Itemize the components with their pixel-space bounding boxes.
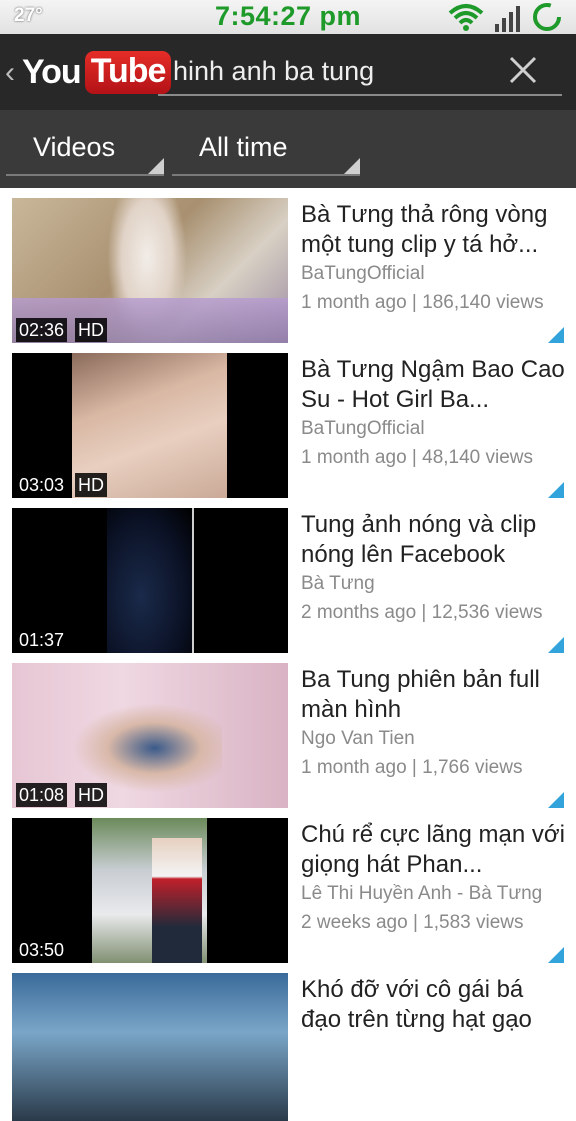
video-meta: 2 months ago | 12,536 views (301, 602, 543, 623)
video-thumbnail[interactable]: 01:08 HD (12, 663, 288, 811)
wifi-icon (448, 2, 484, 37)
video-row[interactable]: Khó đỡ với cô gái bá đạo trên từng hạt g… (0, 963, 576, 1121)
duration-badge: 02:36 (16, 318, 68, 342)
video-title[interactable]: Chú rể cực lãng mạn với giọng hát Phan..… (301, 820, 565, 880)
video-title[interactable]: Tung ảnh nóng và clip nóng lên Facebook (301, 510, 565, 570)
logo-you-text: You (22, 52, 82, 91)
dropdown-corner-icon (148, 158, 164, 174)
video-title[interactable]: Ba Tung phiên bản full màn hình (301, 665, 565, 725)
video-meta: 1 month ago | 48,140 views (301, 447, 534, 468)
search-input[interactable] (158, 48, 562, 96)
channel-name: Lê Thi Huyền Anh - Bà Tưng (301, 883, 543, 904)
channel-name: BaTungOfficial (301, 263, 425, 284)
thumbnail-image (12, 973, 288, 1121)
thumbnail-figure (72, 703, 222, 793)
duration-badge: 03:03 (16, 473, 68, 497)
hd-badge: HD (75, 318, 107, 342)
video-row[interactable]: 02:36 HD Bà Tưng thả rông vòng một tung … (0, 188, 576, 346)
video-title[interactable]: Bà Tưng thả rông vòng một tung clip y tá… (301, 200, 565, 260)
hd-badge: HD (75, 473, 107, 497)
video-row[interactable]: 03:03 HD Bà Tưng Ngậm Bao Cao Su - Hot G… (0, 343, 576, 501)
youtube-logo[interactable]: You Tube (22, 49, 172, 95)
close-icon[interactable] (505, 52, 541, 88)
duration-badge: 03:50 (16, 938, 68, 962)
video-meta: 2 weeks ago | 1,583 views (301, 912, 524, 933)
filter-bar: Videos All time (0, 110, 576, 188)
duration-badge: 01:37 (16, 628, 68, 652)
video-row[interactable]: 01:37 Tung ảnh nóng và clip nóng lên Fac… (0, 498, 576, 656)
type-filter-spinner[interactable]: Videos (6, 124, 164, 176)
back-chevron-icon[interactable]: ‹ (5, 56, 15, 90)
action-bar: ‹ You Tube (0, 34, 576, 110)
thumbnail-figure (152, 838, 202, 966)
video-thumbnail[interactable] (12, 973, 288, 1121)
duration-badge: 01:08 (16, 783, 68, 807)
video-thumbnail[interactable]: 01:37 (12, 508, 288, 656)
channel-name: BaTungOfficial (301, 418, 425, 439)
video-row[interactable]: 03:50 Chú rể cực lãng mạn với giọng hát … (0, 808, 576, 966)
time-filter-label: All time (199, 132, 288, 162)
video-meta: 1 month ago | 186,140 views (301, 292, 544, 313)
video-thumbnail[interactable]: 03:50 (12, 818, 288, 966)
status-bar: 27° 7:54:27 pm (0, 0, 576, 34)
video-thumbnail[interactable]: 03:03 HD (12, 353, 288, 501)
video-title[interactable]: Khó đỡ với cô gái bá đạo trên từng hạt g… (301, 975, 565, 1035)
cell-signal-icon (494, 4, 522, 37)
status-icons (448, 2, 562, 37)
thumbnail-line (192, 508, 194, 656)
video-row[interactable]: 01:08 HD Ba Tung phiên bản full màn hình… (0, 653, 576, 811)
thumbnail-image (107, 508, 192, 656)
channel-name: Bà Tưng (301, 573, 375, 594)
video-title[interactable]: Bà Tưng Ngậm Bao Cao Su - Hot Girl Ba... (301, 355, 565, 415)
time-filter-spinner[interactable]: All time (172, 124, 360, 176)
hd-badge: HD (75, 783, 107, 807)
loading-ring-icon (532, 2, 562, 37)
type-filter-label: Videos (33, 132, 116, 162)
video-meta: 1 month ago | 1,766 views (301, 757, 523, 778)
video-thumbnail[interactable]: 02:36 HD (12, 198, 288, 346)
dropdown-corner-icon (344, 158, 360, 174)
channel-name: Ngo Van Tien (301, 728, 415, 749)
